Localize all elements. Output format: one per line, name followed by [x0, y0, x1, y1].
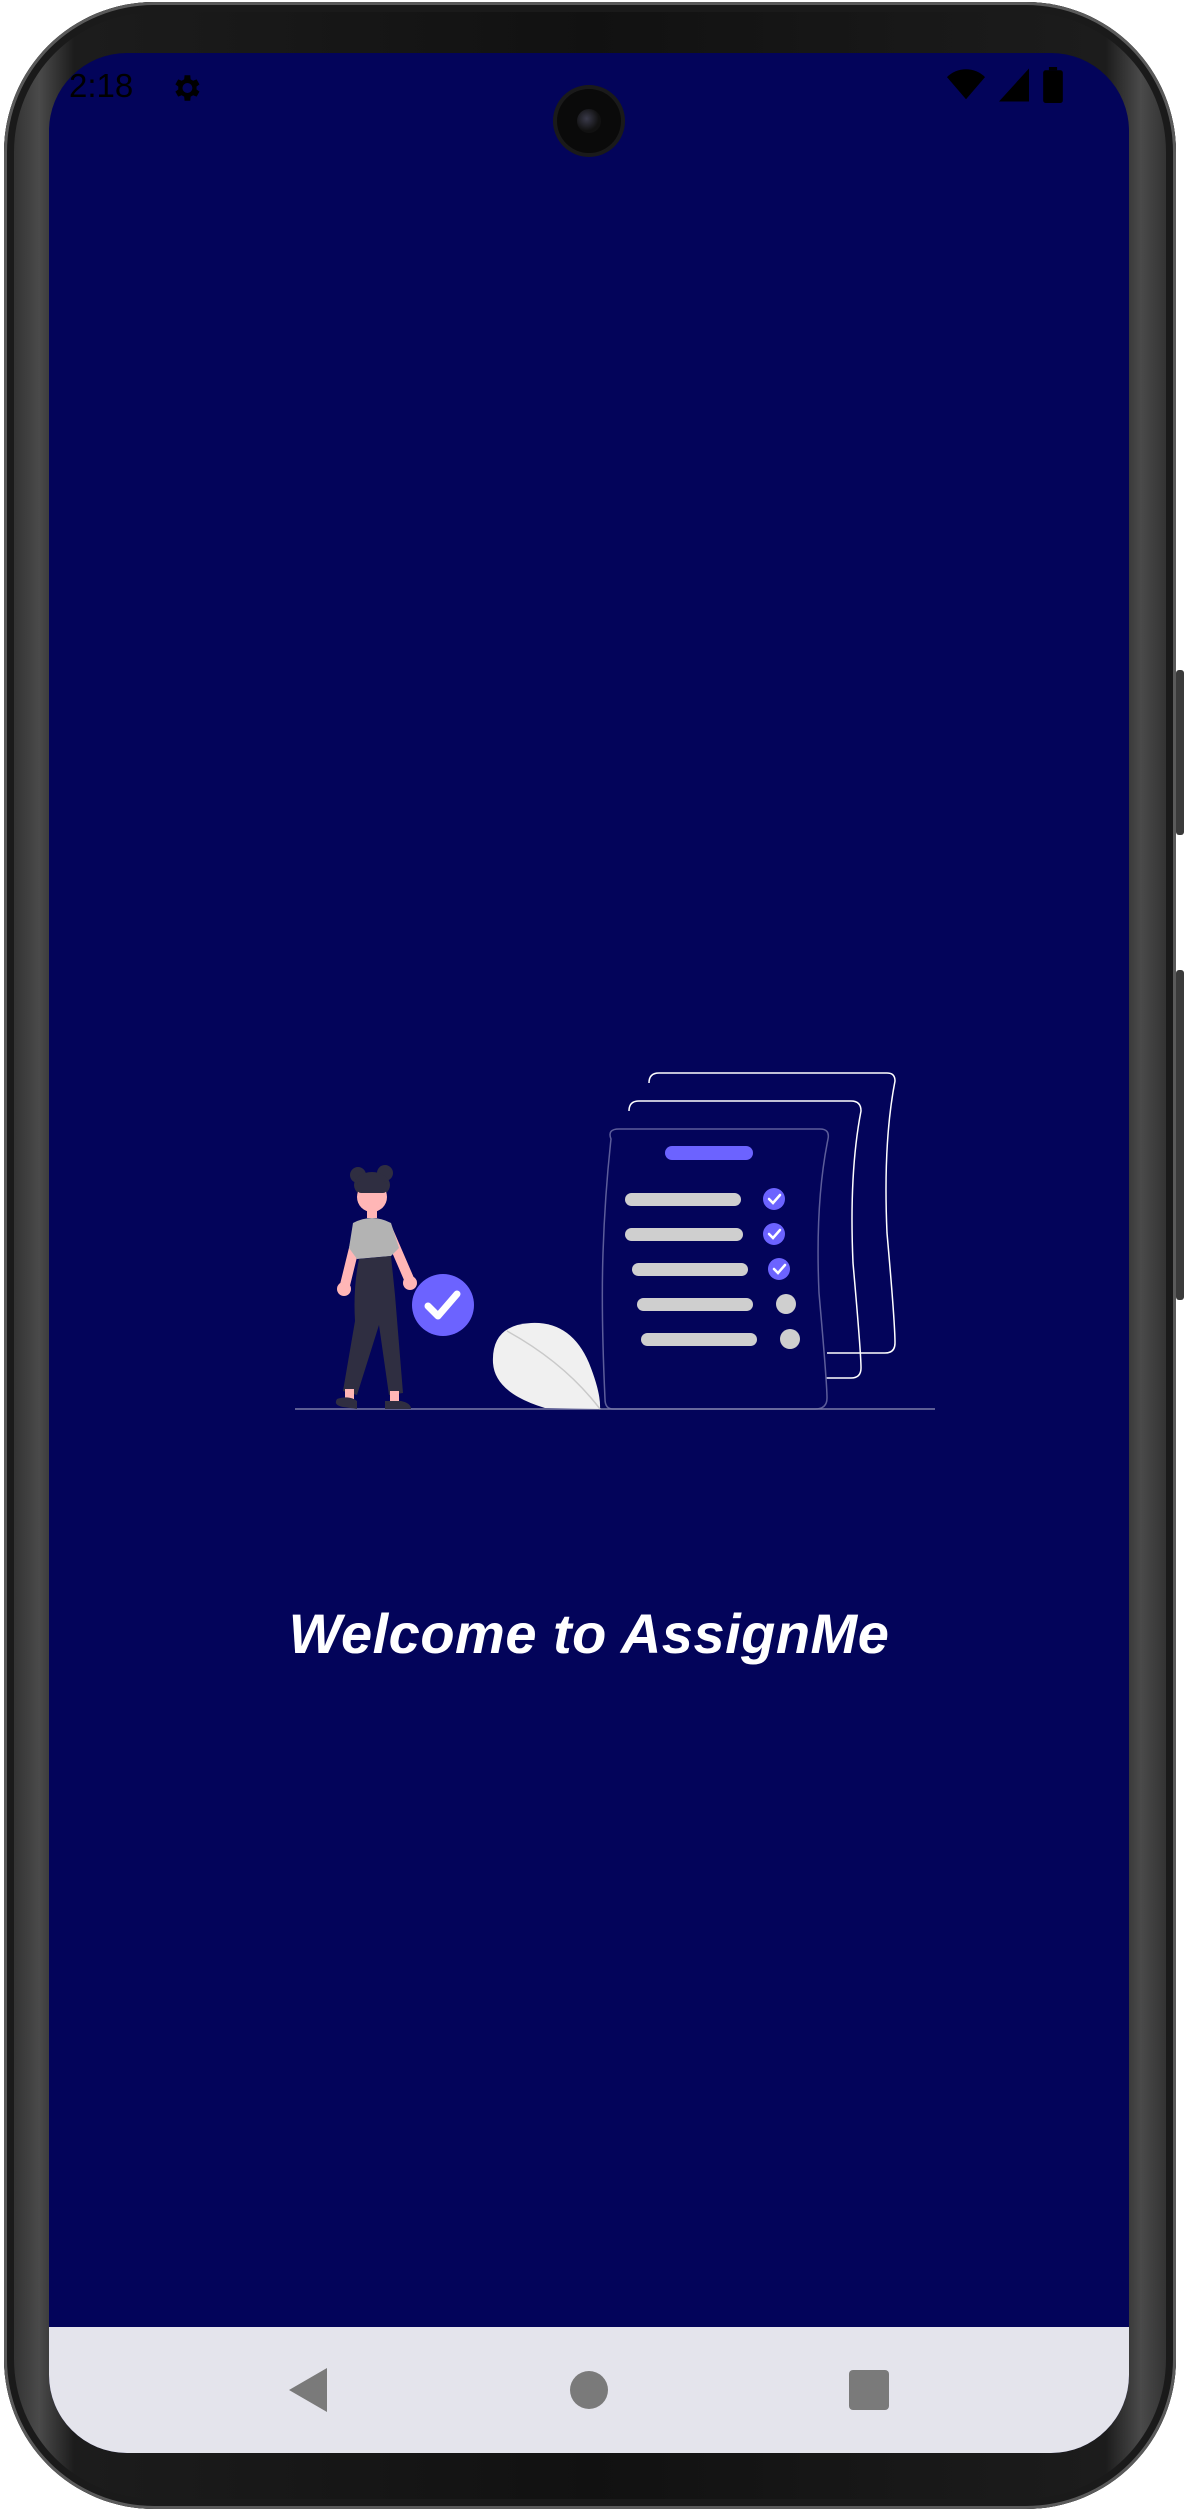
cellular-signal-icon [999, 68, 1029, 107]
status-icons [947, 66, 1063, 108]
home-button[interactable] [554, 2357, 624, 2427]
recents-square-icon [849, 2369, 889, 2415]
recents-button[interactable] [834, 2357, 904, 2427]
home-circle-icon [569, 2370, 609, 2415]
phone-device: 2:18 Welcome to AssignMe [0, 0, 1187, 2513]
volume-button [1176, 670, 1184, 835]
battery-icon [1043, 66, 1063, 108]
back-triangle-icon [289, 2367, 329, 2417]
front-camera [557, 89, 621, 153]
system-navigation-bar [49, 2327, 1129, 2453]
gear-icon [169, 71, 203, 105]
welcome-heading: Welcome to AssignMe [288, 1602, 890, 1665]
task-checklist-illustration [245, 1063, 935, 1463]
power-button [1176, 970, 1184, 1300]
wifi-icon [947, 68, 985, 107]
status-time: 2:18 [69, 67, 134, 104]
app-screen: 2:18 Welcome to AssignMe [49, 53, 1129, 2453]
back-button[interactable] [274, 2357, 344, 2427]
